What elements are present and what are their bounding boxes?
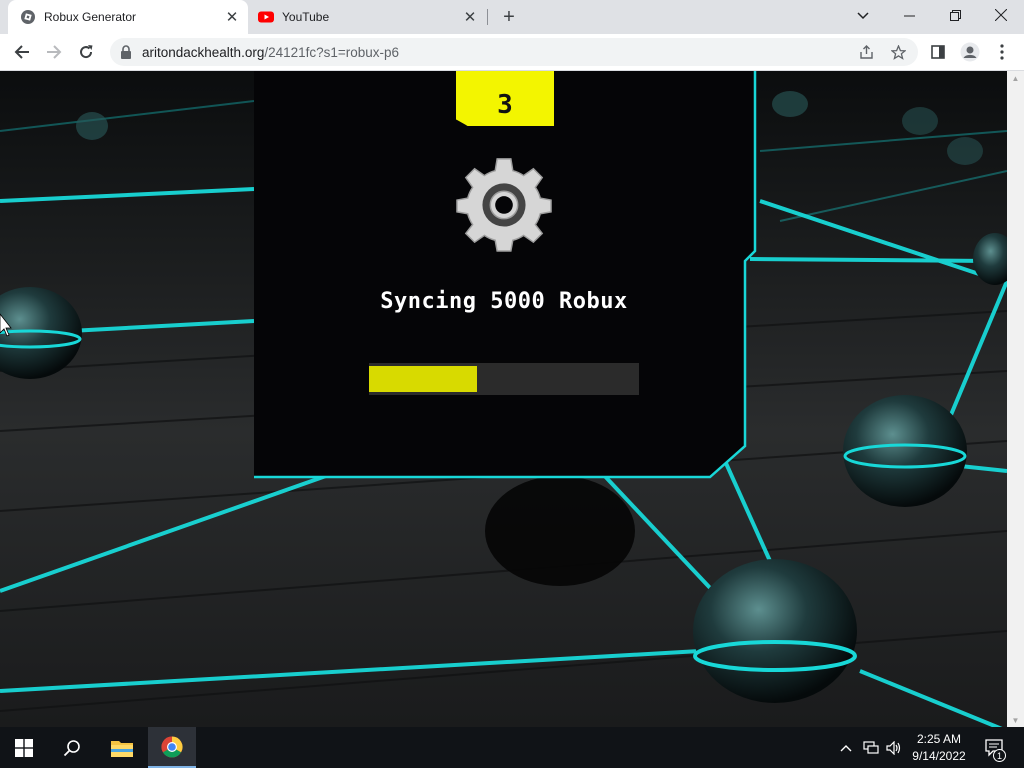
start-button[interactable] bbox=[0, 727, 48, 768]
scroll-up-arrow-icon[interactable]: ▲ bbox=[1007, 71, 1024, 85]
youtube-logo-icon bbox=[258, 9, 274, 25]
close-tab-icon[interactable]: ✕ bbox=[222, 7, 242, 27]
share-icon[interactable] bbox=[852, 38, 880, 66]
sync-status-text: Syncing 5000 Robux bbox=[380, 289, 628, 314]
notification-count-badge: 1 bbox=[993, 749, 1006, 762]
url-host: aritondackhealth.org bbox=[142, 44, 265, 60]
system-clock[interactable]: 2:25 AM 9/14/2022 bbox=[904, 731, 974, 765]
tab-search-icon[interactable] bbox=[840, 0, 886, 30]
scroll-down-arrow-icon[interactable]: ▼ bbox=[1007, 713, 1024, 727]
tab-separator bbox=[487, 9, 488, 25]
chrome-icon bbox=[161, 736, 183, 758]
close-tab-icon[interactable]: ✕ bbox=[460, 7, 480, 27]
tab-youtube[interactable]: YouTube ✕ bbox=[250, 0, 486, 34]
volume-icon[interactable] bbox=[883, 727, 905, 768]
progress-fill bbox=[369, 366, 477, 392]
roblox-logo-icon bbox=[20, 9, 36, 25]
address-bar[interactable]: aritondackhealth.org/24121fc?s1=robux-p6 bbox=[110, 38, 918, 66]
page-content: 3 Syncing 5000 Robux bbox=[0, 71, 1007, 727]
url-path: /24121fc?s1=robux-p6 bbox=[264, 44, 400, 60]
gear-icon bbox=[456, 158, 552, 252]
clock-time: 2:25 AM bbox=[916, 732, 962, 746]
more-menu-icon[interactable] bbox=[988, 38, 1016, 66]
step-counter-badge: 3 bbox=[456, 71, 554, 126]
side-panel-icon[interactable] bbox=[924, 38, 952, 66]
folder-icon bbox=[111, 740, 133, 757]
back-button[interactable] bbox=[8, 38, 36, 66]
file-explorer-button[interactable] bbox=[98, 727, 146, 768]
forward-button[interactable] bbox=[40, 38, 68, 66]
sync-progress-bar bbox=[369, 363, 639, 395]
new-tab-button[interactable]: + bbox=[497, 5, 521, 29]
search-button[interactable] bbox=[48, 727, 96, 768]
windows-logo-icon bbox=[15, 738, 33, 757]
vertical-scrollbar[interactable]: ▲ ▼ bbox=[1007, 71, 1024, 727]
tab-title: YouTube bbox=[282, 10, 330, 24]
profile-avatar-icon[interactable] bbox=[956, 38, 984, 66]
windows-taskbar: 2:25 AM 9/14/2022 1 bbox=[0, 727, 1024, 768]
tab-robux-generator[interactable]: Robux Generator ✕ bbox=[8, 0, 248, 34]
minimize-button[interactable] bbox=[886, 0, 932, 30]
show-hidden-icons-chevron-icon[interactable] bbox=[836, 727, 856, 768]
browser-toolbar: aritondackhealth.org/24121fc?s1=robux-p6 bbox=[0, 34, 1024, 71]
search-icon bbox=[63, 739, 80, 756]
notification-center-button[interactable]: 1 bbox=[980, 727, 1010, 768]
close-window-button[interactable] bbox=[978, 0, 1024, 30]
clock-date: 9/14/2022 bbox=[912, 749, 966, 763]
chrome-taskbar-button[interactable] bbox=[148, 727, 196, 768]
bookmark-star-icon[interactable] bbox=[884, 38, 912, 66]
lock-icon[interactable] bbox=[120, 45, 134, 59]
reload-button[interactable] bbox=[72, 38, 100, 66]
url-text: aritondackhealth.org/24121fc?s1=robux-p6 bbox=[142, 45, 399, 60]
tab-strip: Robux Generator ✕ YouTube ✕ + bbox=[0, 0, 1024, 34]
tab-title: Robux Generator bbox=[44, 10, 137, 24]
restore-button[interactable] bbox=[932, 0, 978, 30]
network-icon[interactable] bbox=[860, 727, 882, 768]
